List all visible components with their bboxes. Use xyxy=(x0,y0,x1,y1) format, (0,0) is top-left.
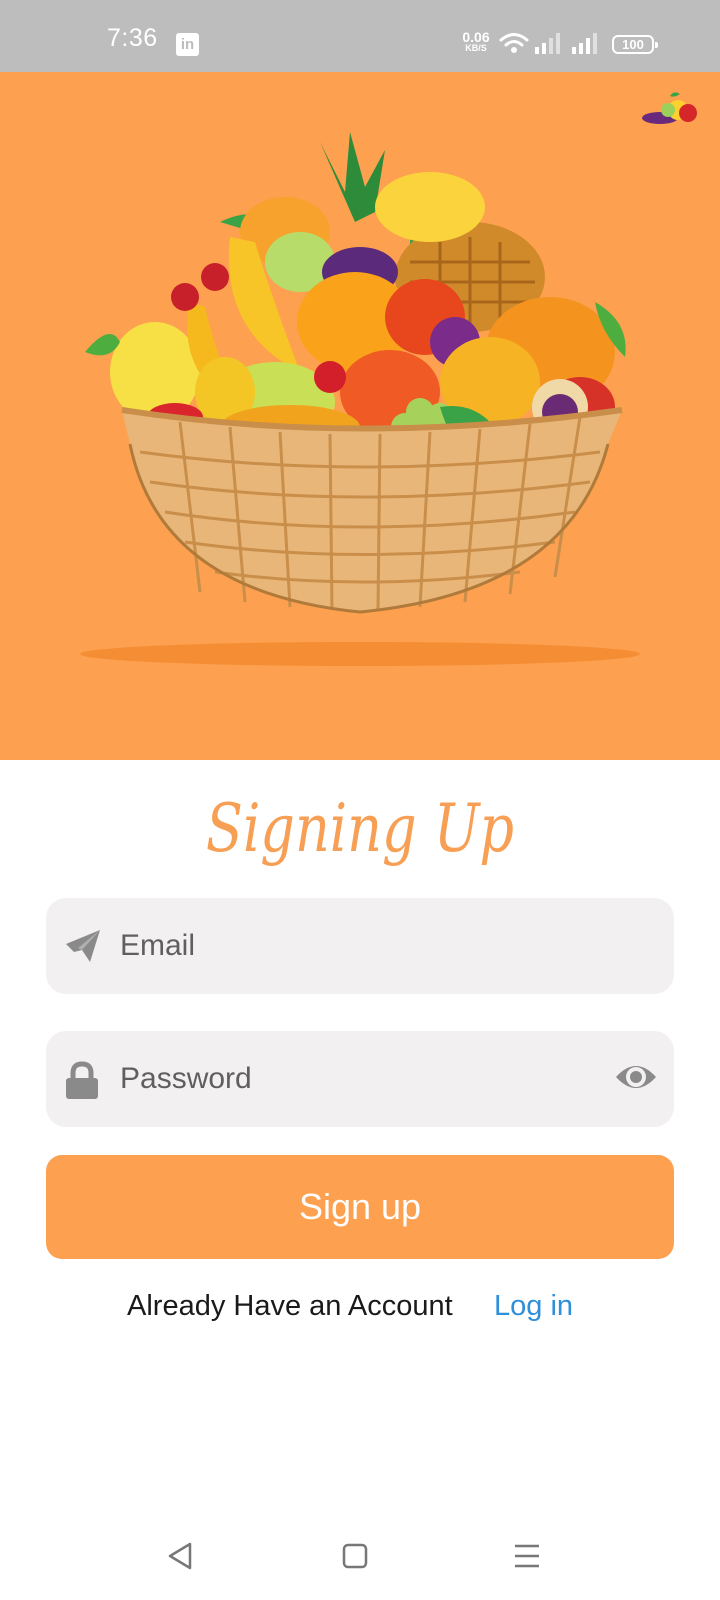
network-speed: 0.06 KB/S xyxy=(458,30,494,53)
network-speed-value: 0.06 xyxy=(462,29,490,45)
login-link[interactable]: Log in xyxy=(494,1290,573,1323)
paper-plane-icon xyxy=(66,930,100,962)
back-triangle-icon[interactable] xyxy=(166,1541,196,1571)
password-input[interactable] xyxy=(120,1031,590,1127)
status-time: 7:36 xyxy=(107,24,158,52)
linkedin-icon: in xyxy=(176,33,199,56)
email-input[interactable] xyxy=(120,898,590,994)
signal-icon xyxy=(535,33,560,54)
login-prompt: Already Have an Account Log in xyxy=(0,1290,720,1330)
battery-icon: 100 xyxy=(612,35,658,54)
email-field[interactable] xyxy=(46,898,674,994)
fruit-basket-illustration xyxy=(80,132,640,666)
mini-fruit-logo-icon[interactable] xyxy=(640,88,702,128)
page-title: Signing Up xyxy=(205,790,515,867)
password-field[interactable] xyxy=(46,1031,674,1127)
status-bar: 7:36 in 0.06 KB/S 100 xyxy=(0,0,720,72)
network-speed-unit: KB/S xyxy=(465,43,487,53)
hero-banner xyxy=(0,72,720,760)
eye-icon[interactable] xyxy=(614,1059,658,1095)
sign-up-button[interactable]: Sign up xyxy=(46,1155,674,1259)
lock-icon xyxy=(66,1061,98,1099)
home-square-icon[interactable] xyxy=(340,1541,370,1571)
wifi-icon xyxy=(499,33,529,53)
signal-icon-2 xyxy=(572,33,597,54)
menu-lines-icon[interactable] xyxy=(512,1541,542,1571)
account-prompt-text: Already Have an Account xyxy=(127,1290,453,1322)
